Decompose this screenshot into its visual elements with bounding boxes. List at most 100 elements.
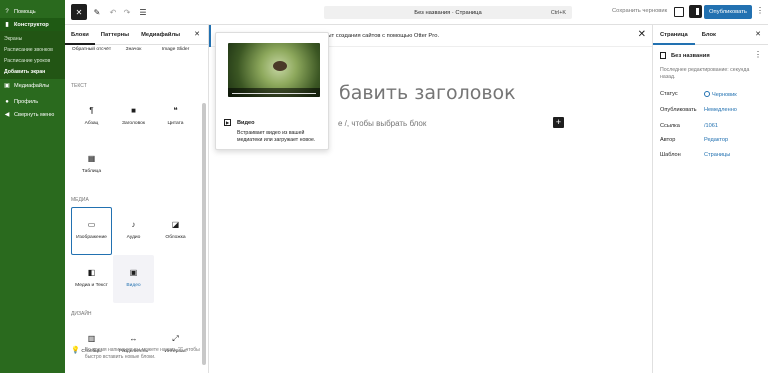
block-label: Видео — [126, 283, 141, 288]
columns-icon: ▥ — [87, 334, 96, 343]
row-key: Опубликовать — [660, 107, 697, 113]
row-value[interactable]: Немедленно — [704, 107, 737, 113]
settings-tabs: Страница Блок ✕ — [653, 25, 768, 45]
admin-menu-builder[interactable]: ▮ Конструктор — [0, 18, 65, 31]
draft-circle-icon — [704, 91, 710, 97]
user-icon: ● — [5, 98, 9, 105]
redo-button[interactable]: ↷ — [121, 4, 133, 20]
save-draft-button[interactable]: Сохранить черновик — [612, 8, 667, 14]
video-preview-image — [228, 43, 320, 97]
category-design: ДИЗАЙН — [71, 311, 92, 317]
tab-page[interactable]: Страница — [653, 25, 695, 45]
close-settings-icon[interactable]: ✕ — [755, 30, 761, 38]
video-icon: ▣ — [129, 268, 138, 277]
block-quote[interactable]: ❝ Цитата — [155, 93, 196, 141]
block-columns[interactable]: ▥ Столбцы — [71, 321, 112, 369]
block-media-text[interactable]: ◧ Медиа и Текст — [71, 255, 112, 303]
block-image[interactable]: ▭ Изображение — [71, 207, 112, 255]
block-cover[interactable]: ◪ Обложка — [155, 207, 196, 255]
block-audio[interactable]: ♪ Аудио — [113, 207, 154, 255]
paragraph-placeholder[interactable]: е /, чтобы выбрать блок — [338, 119, 426, 128]
tab-blocks[interactable]: Блоки — [65, 25, 95, 45]
settings-doc-title: Без названия — [660, 52, 710, 59]
question-icon: ? — [5, 8, 9, 15]
video-icon: ▶ — [224, 119, 231, 126]
submenu-bell-schedule[interactable]: Расписание звонков — [0, 44, 65, 55]
submenu-lesson-schedule[interactable]: Расписание уроков — [0, 55, 65, 66]
notice-text: опыт создания сайтов с помощью Otter Pro… — [321, 32, 440, 39]
quote-icon: ❝ — [173, 106, 178, 115]
block-icon-badge[interactable]: Значок — [113, 45, 154, 69]
document-overview-button[interactable]: ☰ — [137, 4, 149, 20]
close-inserter-icon[interactable]: ✕ — [194, 30, 200, 38]
block-table[interactable]: ▦ Таблица — [71, 141, 112, 189]
admin-menu-media[interactable]: ▣ Медиафайлы — [0, 79, 65, 92]
doc-actions-button[interactable]: ⋮ — [754, 50, 762, 59]
settings-toggle-button[interactable] — [689, 5, 702, 18]
submenu-screens[interactable]: Экраны — [0, 33, 65, 44]
undo-button[interactable]: ↶ — [107, 4, 119, 20]
row-value[interactable]: /1061 — [704, 123, 718, 129]
block-label: Абзац — [84, 121, 99, 126]
tab-block[interactable]: Блок — [695, 25, 723, 45]
row-key: Шаблон — [660, 152, 681, 158]
admin-menu-profile[interactable]: ● Профиль — [0, 95, 65, 108]
page-icon — [660, 52, 666, 59]
submenu-add-screen[interactable]: Добавить экран — [0, 66, 65, 77]
status-row: Статус Черновик — [660, 91, 764, 98]
block-spacer[interactable]: ⤢ Интервал — [155, 321, 196, 369]
admin-menu-help[interactable]: ? Помощь — [0, 5, 65, 18]
tools-button[interactable]: ✎ — [91, 4, 103, 20]
view-button[interactable] — [674, 7, 684, 17]
category-media: МЕДИА — [71, 197, 89, 203]
admin-menu-collapse[interactable]: ◀ Свернуть меню — [0, 108, 65, 121]
block-label: Изображение — [76, 235, 107, 240]
row-key: Автор — [660, 137, 676, 143]
admin-menu-label: Медиафайлы — [14, 82, 50, 89]
settings-sidebar: Страница Блок ✕ Без названия ⋮ Последнее… — [652, 25, 768, 373]
block-inserter: Блоки Паттерны Медиафайлы ✕ Обратный отс… — [65, 25, 209, 373]
shortcut-hint: Ctrl+K — [550, 9, 566, 16]
add-block-button[interactable]: + — [553, 117, 564, 128]
editor-toolbar: ✕ ✎ ↶ ↷ ☰ Без названия · Страница Ctrl+K… — [65, 0, 768, 25]
block-label: Цитата — [167, 121, 184, 126]
plus-icon: + — [555, 117, 562, 127]
block-video[interactable]: ▣ Видео — [113, 255, 154, 303]
design-blocks-grid: ▥ Столбцы ↔ Разделитель ⤢ Интервал — [65, 321, 208, 369]
block-preview-popover: ▶ Видео Встраивает видео из вашей медиат… — [215, 32, 329, 150]
publish-button[interactable]: Опубликовать — [704, 5, 752, 19]
block-heading[interactable]: ■ Заголовок — [113, 93, 154, 141]
close-notice-icon[interactable]: ✕ — [638, 29, 646, 40]
block-label: Заголовок — [122, 121, 145, 126]
last-edited-text: Последнее редактирование: секунда назад. — [660, 67, 750, 80]
bookmark-icon: ■ — [131, 106, 136, 115]
block-separator[interactable]: ↔ Разделитель — [113, 321, 154, 369]
tab-media[interactable]: Медиафайлы — [135, 25, 186, 45]
undo-icon: ↶ — [109, 7, 117, 17]
close-inserter-button[interactable]: ✕ — [71, 4, 87, 20]
inserter-tip: 💡 Во время написания вы можете нажать "/… — [71, 347, 201, 361]
collapse-icon: ◀ — [4, 111, 10, 118]
admin-menu-label: Свернуть меню — [14, 111, 55, 118]
lightbulb-icon: 💡 — [71, 347, 80, 354]
admin-sidebar: ? Помощь ▮ Конструктор Экраны Расписание… — [0, 0, 65, 373]
audio-icon: ♪ — [131, 220, 136, 229]
row-value[interactable]: Редактор — [704, 137, 728, 143]
block-label: Таблица — [81, 169, 102, 174]
row-value[interactable]: Страницы — [704, 152, 730, 158]
admin-submenu: Экраны Расписание звонков Расписание уро… — [0, 31, 65, 79]
block-paragraph[interactable]: ¶ Абзац — [71, 93, 112, 141]
inserter-scrollbar[interactable] — [202, 103, 206, 365]
text-blocks-grid: ¶ Абзац ■ Заголовок ❝ Цитата ▦ Таблица — [65, 93, 208, 189]
doc-title-text: Без названия — [671, 52, 710, 59]
command-palette-bar[interactable]: Без названия · Страница Ctrl+K — [324, 6, 572, 19]
block-image-slider[interactable]: Image Slider — [155, 45, 196, 69]
table-icon: ▦ — [87, 154, 96, 163]
row-key: Статус — [660, 91, 678, 97]
title-placeholder[interactable]: бавить заголовок — [339, 82, 516, 104]
status-value[interactable]: Черновик — [704, 91, 737, 98]
tab-patterns[interactable]: Паттерны — [95, 25, 135, 45]
resize-icon: ⤢ — [172, 334, 179, 343]
options-button[interactable]: ⋮ — [756, 6, 764, 15]
block-countdown[interactable]: Обратный отсчёт — [71, 45, 112, 69]
